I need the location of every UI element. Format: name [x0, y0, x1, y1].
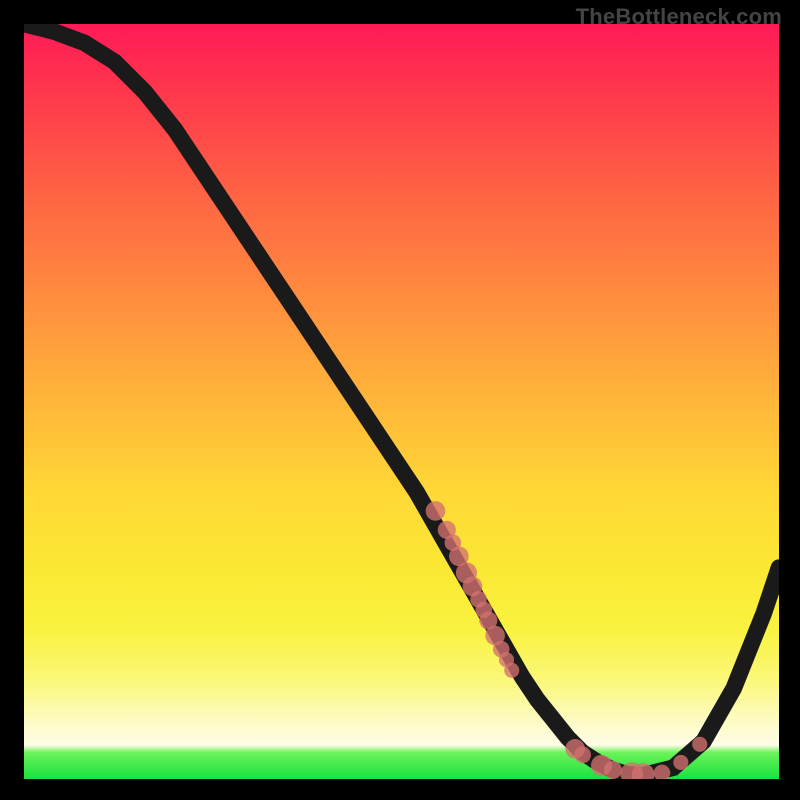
data-point	[673, 755, 688, 770]
plot-area	[24, 24, 779, 779]
data-point	[504, 663, 519, 678]
data-point	[604, 761, 622, 779]
chart-container: TheBottleneck.com	[0, 0, 800, 800]
bottleneck-curve	[24, 24, 779, 775]
data-point	[426, 501, 446, 521]
watermark-label: TheBottleneck.com	[576, 4, 782, 30]
curve-layer	[24, 24, 779, 779]
data-point	[574, 747, 591, 764]
data-point	[692, 737, 707, 752]
